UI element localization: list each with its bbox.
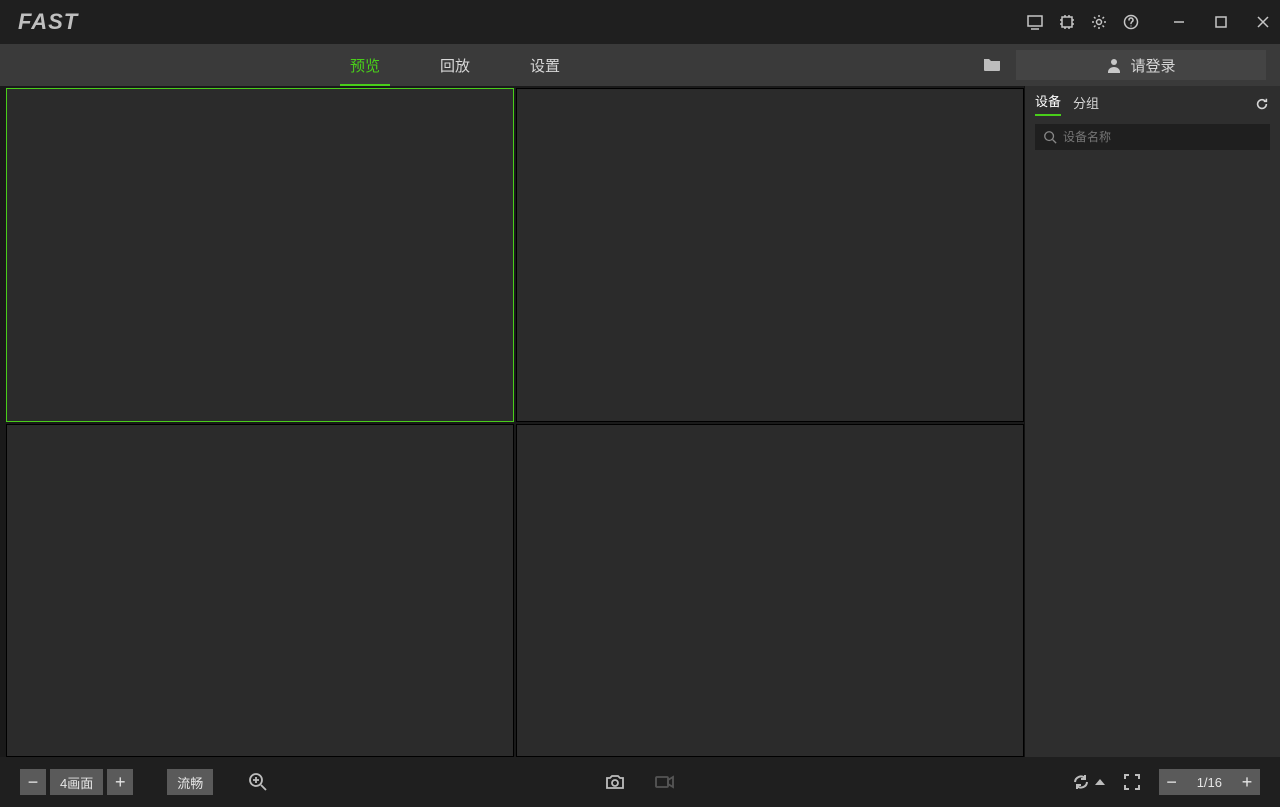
page-indicator: 1/16 <box>1185 769 1234 795</box>
bottom-right-controls: − 1/16 + <box>1071 769 1260 795</box>
gear-icon[interactable] <box>1090 13 1108 31</box>
stream-quality-select[interactable]: 流畅 <box>167 769 213 795</box>
capture-controls <box>604 771 676 793</box>
title-bar: FAST <box>0 0 1280 44</box>
user-icon <box>1106 57 1122 73</box>
refresh-icon[interactable] <box>1254 96 1270 112</box>
side-panel: 设备 分组 <box>1024 86 1280 757</box>
screen-icon[interactable] <box>1026 13 1044 31</box>
page-next-button[interactable]: + <box>1234 769 1260 795</box>
grid-minus-button[interactable]: − <box>20 769 46 795</box>
side-panel-tabs: 设备 分组 <box>1025 86 1280 116</box>
video-cell-3[interactable] <box>6 424 514 758</box>
folder-icon[interactable] <box>982 55 1002 75</box>
snapshot-icon[interactable] <box>604 771 626 793</box>
video-grid <box>6 88 1024 757</box>
minimize-icon[interactable] <box>1170 13 1188 31</box>
device-list <box>1025 158 1280 757</box>
device-search-input[interactable] <box>1063 130 1262 144</box>
video-cell-2[interactable] <box>516 88 1024 422</box>
device-search <box>1035 124 1270 150</box>
bottom-toolbar: − 4画面 + 流畅 − 1/ <box>0 757 1280 807</box>
record-icon[interactable] <box>654 771 676 793</box>
main-tab-bar: 预览 回放 设置 请登录 <box>0 44 1280 86</box>
cycle-icon <box>1071 772 1091 792</box>
tab-preview[interactable]: 预览 <box>350 44 380 86</box>
main-body: 设备 分组 <box>0 86 1280 757</box>
side-tab-groups[interactable]: 分组 <box>1073 93 1099 116</box>
video-cell-1[interactable] <box>6 88 514 422</box>
app-logo: FAST <box>18 9 78 35</box>
tab-playback[interactable]: 回放 <box>440 44 470 86</box>
grid-plus-button[interactable]: + <box>107 769 133 795</box>
video-cell-4[interactable] <box>516 424 1024 758</box>
page-prev-button[interactable]: − <box>1159 769 1185 795</box>
search-icon <box>1043 130 1057 144</box>
page-controls: − 1/16 + <box>1159 769 1260 795</box>
help-icon[interactable] <box>1122 13 1140 31</box>
video-grid-area <box>0 86 1024 757</box>
app-window: FAST <box>0 0 1280 807</box>
zoom-in-icon[interactable] <box>247 771 269 793</box>
close-icon[interactable] <box>1254 13 1272 31</box>
fullscreen-icon[interactable] <box>1121 771 1143 793</box>
cycle-button[interactable] <box>1071 772 1105 792</box>
window-controls <box>1170 13 1272 31</box>
chevron-up-icon <box>1095 779 1105 785</box>
maximize-icon[interactable] <box>1212 13 1230 31</box>
chip-icon[interactable] <box>1058 13 1076 31</box>
login-label: 请登录 <box>1130 55 1175 76</box>
side-tab-devices[interactable]: 设备 <box>1035 91 1061 116</box>
title-utility-icons <box>1026 13 1140 31</box>
tab-settings[interactable]: 设置 <box>530 44 560 86</box>
grid-layout-select[interactable]: 4画面 <box>50 769 103 795</box>
login-button[interactable]: 请登录 <box>1016 50 1266 80</box>
